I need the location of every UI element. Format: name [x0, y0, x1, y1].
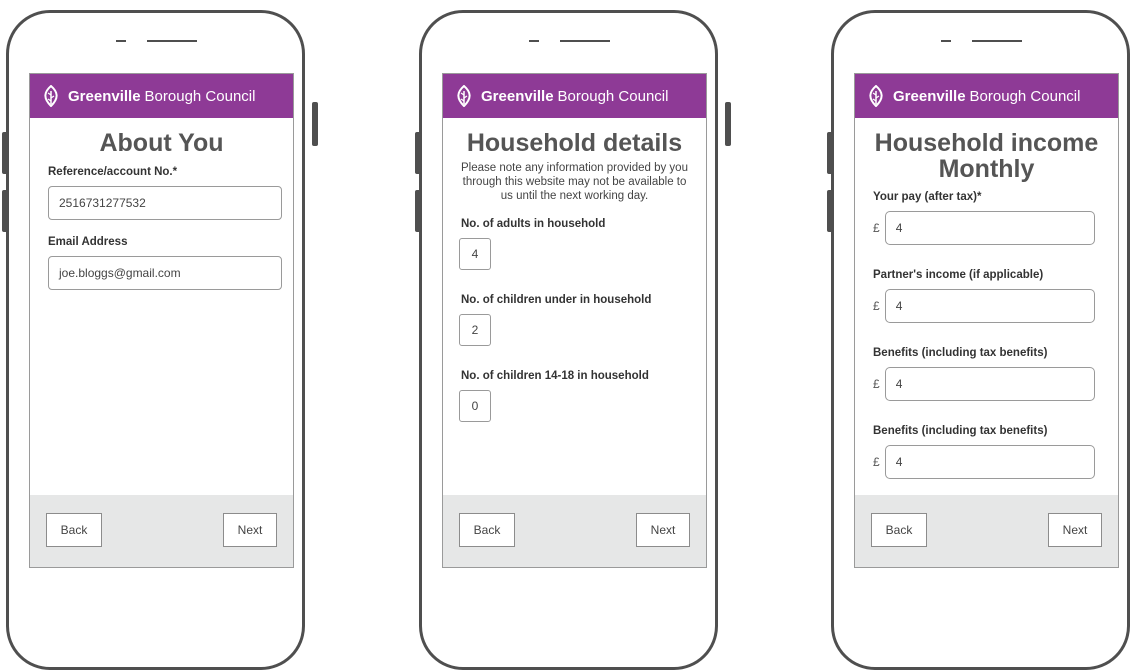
footer-bar: Back Next [855, 495, 1118, 567]
volume-button [827, 190, 833, 232]
household-income-screen: Greenville Borough Council Household inc… [854, 73, 1119, 568]
brand-name: Greenville [481, 87, 554, 105]
children-under-input[interactable]: 2 [459, 313, 491, 346]
header-bar: Greenville Borough Council [443, 74, 706, 118]
page-title: About You [99, 129, 224, 157]
phone-frame: Greenville Borough Council Household inc… [831, 10, 1130, 670]
volume-button [415, 190, 421, 232]
next-button[interactable]: Next [636, 513, 690, 547]
household-details-screen: Greenville Borough Council Household det… [442, 73, 707, 568]
children-14-18-input[interactable]: 0 [459, 389, 491, 422]
brand-suffix: Borough Council [144, 87, 256, 105]
your-pay-input[interactable]: 4 [884, 210, 1095, 245]
intro-text: Please note any information provided by … [461, 162, 688, 202]
power-button [725, 102, 731, 146]
volume-button [2, 190, 8, 232]
footer-bar: Back Next [443, 495, 706, 567]
phone-frame: Greenville Borough Council About You Ref… [6, 10, 305, 670]
page-title: Household details [466, 129, 683, 157]
speaker-icon [529, 40, 539, 42]
currency-symbol: £ [873, 220, 880, 235]
income-field-label: Your pay (after tax)* [873, 190, 982, 203]
brand-suffix: Borough Council [969, 87, 1081, 105]
reference-label: Reference/account No.* [48, 166, 178, 179]
footer-bar: Back Next [30, 495, 293, 567]
speaker-icon [941, 40, 951, 42]
page-title: Household income Monthly [874, 129, 1099, 184]
speaker-icon [972, 40, 1022, 42]
about-you-screen: Greenville Borough Council About You Ref… [29, 73, 294, 568]
phone-frame: Greenville Borough Council Household det… [419, 10, 718, 670]
header-bar: Greenville Borough Council [30, 74, 293, 118]
income-field-row: £ 4 [873, 210, 1118, 245]
income-field-row: £ 4 [873, 444, 1118, 479]
header-bar: Greenville Borough Council [855, 74, 1118, 118]
income-field-label: Benefits (including tax benefits) [873, 346, 1048, 359]
currency-symbol: £ [873, 298, 880, 313]
power-button [312, 102, 318, 146]
currency-symbol: £ [873, 454, 880, 469]
income-field-row: £ 4 [873, 366, 1118, 401]
reference-input[interactable]: 2516731277532 [48, 186, 282, 221]
next-button[interactable]: Next [223, 513, 277, 547]
brand-name: Greenville [68, 87, 141, 105]
leaf-logo-icon [869, 85, 883, 107]
benefits-input[interactable]: 4 [884, 366, 1095, 401]
volume-button [827, 132, 833, 174]
next-button[interactable]: Next [1048, 513, 1102, 547]
back-button[interactable]: Back [46, 513, 102, 547]
speaker-icon [560, 40, 610, 42]
income-field-label: Benefits (including tax benefits) [873, 424, 1048, 437]
leaf-logo-icon [44, 85, 58, 107]
income-field-label: Partner's income (if applicable) [873, 268, 1044, 281]
partner-income-input[interactable]: 4 [884, 288, 1095, 323]
adults-input[interactable]: 4 [459, 237, 491, 270]
back-button[interactable]: Back [459, 513, 515, 547]
email-input[interactable]: joe.bloggs@gmail.com [48, 256, 282, 291]
brand-name: Greenville [893, 87, 966, 105]
speaker-icon [147, 40, 197, 42]
volume-button [2, 132, 8, 174]
income-field-row: £ 4 [873, 288, 1118, 323]
back-button[interactable]: Back [871, 513, 927, 547]
email-label: Email Address [48, 236, 128, 249]
children-14-18-label: No. of children 14-18 in household [461, 369, 649, 382]
children-under-label: No. of children under in household [461, 293, 652, 306]
benefits-input-2[interactable]: 4 [884, 444, 1095, 479]
leaf-logo-icon [457, 85, 471, 107]
adults-label: No. of adults in household [461, 217, 606, 230]
speaker-icon [116, 40, 126, 42]
brand-suffix: Borough Council [557, 87, 669, 105]
volume-button [415, 132, 421, 174]
currency-symbol: £ [873, 376, 880, 391]
